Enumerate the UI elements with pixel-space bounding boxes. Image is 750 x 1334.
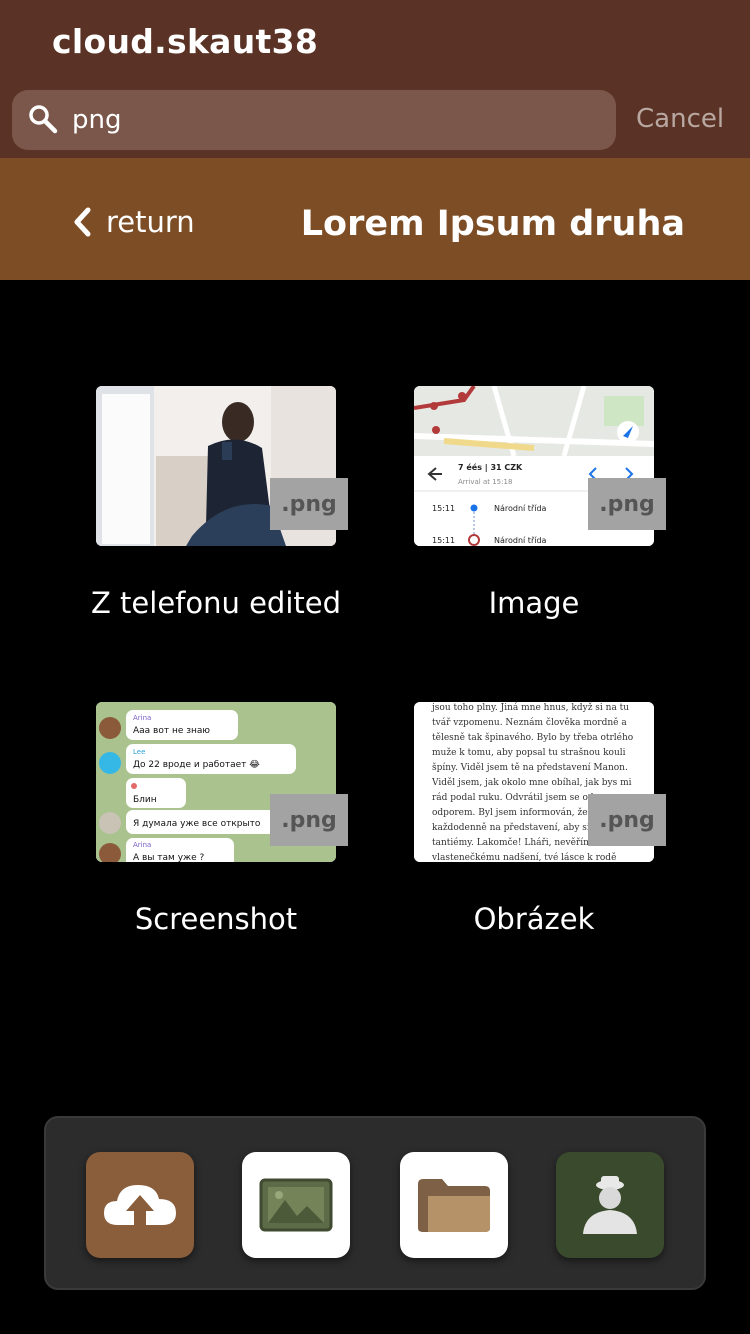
file-type-badge: .png xyxy=(270,794,348,846)
file-name: Image xyxy=(488,586,580,620)
file-name: Z telefonu edited xyxy=(90,586,342,620)
upload-button[interactable] xyxy=(86,1152,194,1258)
chat-message: До 22 вроде и работает 😂 xyxy=(133,759,260,770)
file-name: Obrázek xyxy=(473,902,595,936)
doc-line: vlastenečkému nadšení, tvé lásce k rodě xyxy=(431,852,616,862)
map-stop-time: 15:11 xyxy=(432,536,455,545)
top-bar: cloud.skaut38 Cancel xyxy=(0,0,750,158)
map-stop-name: Národní třída xyxy=(494,504,547,513)
doc-line: muže k tomu, aby popsal tu strašnou koul… xyxy=(432,747,626,758)
chevron-left-icon xyxy=(74,207,91,237)
search-input[interactable] xyxy=(72,98,602,142)
map-stop-time: 15:11 xyxy=(432,504,455,513)
file-type-badge: .png xyxy=(588,478,666,530)
chat-message: А вы там уже ? xyxy=(133,853,205,862)
profile-button[interactable] xyxy=(556,1152,664,1258)
doc-line: každodenně na představení, aby si xyxy=(432,822,590,833)
folder-icon xyxy=(418,1179,490,1232)
folders-button[interactable] xyxy=(400,1152,508,1258)
doc-line: tvář vzpomenu. Neznám člověka mordně a xyxy=(432,717,627,728)
doc-line: tělesně tak špinavého. Bylo by třeba otr… xyxy=(432,732,633,743)
chat-sender: Arina xyxy=(133,714,151,722)
doc-line: špíny. Viděl jsem tě na představení Mano… xyxy=(432,762,628,773)
cloud-upload-icon xyxy=(104,1185,176,1227)
chat-sender: Arina xyxy=(133,841,151,849)
doc-line: jsou toho plny. Jiná mne hnus, když si n… xyxy=(431,702,629,713)
map-fare-text: 7 éés | 31 CZK xyxy=(458,462,523,472)
gallery-button[interactable] xyxy=(242,1152,350,1258)
doc-line: odporem. Byl jsem informován, že xyxy=(432,807,588,818)
user-icon xyxy=(583,1176,637,1234)
doc-line: Viděl jsem, jak okolo mne obíhal, jak by… xyxy=(431,777,632,788)
folder-title: Lorem Ipsum druha xyxy=(300,204,685,244)
folder-nav-bar: return Lorem Ipsum druha xyxy=(0,158,750,280)
chat-message: Я думала уже все открыто xyxy=(133,819,261,829)
bottom-dock xyxy=(44,1116,706,1290)
search-bar[interactable] xyxy=(12,90,616,150)
file-type-badge: .png xyxy=(588,794,666,846)
doc-line: rád podal ruku. Odvrátil jsem se od xyxy=(432,792,594,803)
chat-message: Ааа вот не знаю xyxy=(133,726,210,736)
chat-sender: Lee xyxy=(133,748,145,756)
map-arrival-text: Arrival at 15:18 xyxy=(458,478,512,486)
app-title: cloud.skaut38 xyxy=(52,22,319,61)
file-type-badge: .png xyxy=(270,478,348,530)
gallery-icon xyxy=(259,1178,333,1232)
map-stop-name: Národní třída xyxy=(494,536,547,545)
chat-message: Блин xyxy=(133,795,157,805)
doc-line: tantiémy. Lakomče! Lháři, nevěřím xyxy=(432,837,592,848)
return-label: return xyxy=(106,205,195,239)
cancel-button[interactable]: Cancel xyxy=(636,104,724,134)
return-button[interactable]: return xyxy=(70,202,195,242)
search-icon xyxy=(29,105,58,134)
file-name: Screenshot xyxy=(134,902,298,936)
